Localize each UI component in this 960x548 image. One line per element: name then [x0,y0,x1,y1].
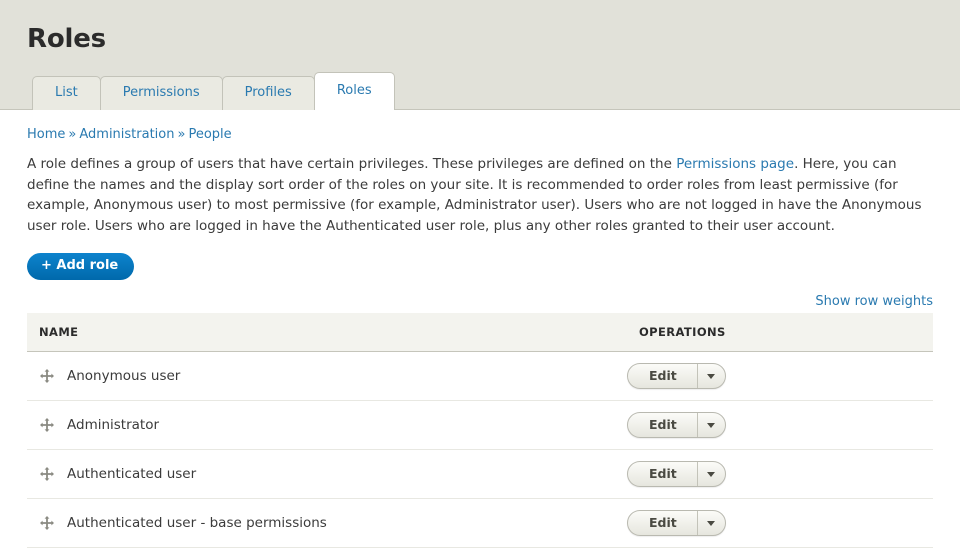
edit-split-button[interactable]: Edit [627,510,726,536]
edit-dropdown-toggle[interactable] [696,364,725,388]
main-content: Home» Administration» People A role define… [0,110,960,548]
role-name-cell: Anonymous user [27,351,627,401]
role-name-cell: Authenticated user - base permissions [27,498,627,548]
role-name-label: Authenticated user [67,466,197,482]
intro-text-part1: A role defines a group of users that hav… [27,156,677,172]
drag-handle-icon[interactable] [39,466,55,482]
roles-table-head: NAME OPERATIONS [27,313,933,352]
page-title: Roles [27,24,106,54]
drag-handle-icon[interactable] [39,417,55,433]
edit-dropdown-toggle[interactable] [696,413,725,437]
breadcrumb-item-home[interactable]: Home [27,127,65,142]
chevron-down-icon [707,422,716,428]
chevron-down-icon [707,520,716,526]
edit-dropdown-toggle[interactable] [696,462,725,486]
role-name-cell: Administrator [27,400,627,450]
chevron-down-icon [707,373,716,379]
role-name-label: Administrator [67,417,160,433]
tab-roles-label: Roles [336,83,372,98]
tab-profiles[interactable]: Profiles [221,76,315,110]
breadcrumb-item-people[interactable]: People [188,127,231,142]
role-operations-cell: Edit [627,449,933,499]
add-role-button[interactable]: + Add role [27,253,135,280]
edit-dropdown-toggle[interactable] [696,511,725,535]
permissions-page-link[interactable]: Permissions page [676,156,794,172]
edit-split-button[interactable]: Edit [627,412,726,438]
table-row: Authenticated user Edit [27,449,933,499]
table-row: Authenticated user - base permissions Ed… [27,498,933,548]
role-name-label: Anonymous user [67,368,181,384]
table-row: Administrator Edit [27,400,933,450]
breadcrumb: Home» Administration» People [27,110,933,144]
tab-list-label: List [55,85,78,100]
table-row: Anonymous user Edit [27,351,933,401]
role-operations-cell: Edit [627,498,933,548]
intro-description: A role defines a group of users that hav… [27,154,933,236]
column-header-name: NAME [27,313,627,352]
column-header-operations: OPERATIONS [627,313,933,352]
show-row-weights-link[interactable]: Show row weights [815,294,933,309]
tab-roles[interactable]: Roles [313,72,395,110]
action-bar: + Add role [27,253,933,280]
drag-handle-icon[interactable] [39,368,55,384]
edit-split-button[interactable]: Edit [627,363,726,389]
primary-tabs: List Permissions Profiles Roles [32,72,395,110]
roles-table: NAME OPERATIONS Anonymous user Edit Admi… [27,313,933,548]
edit-split-button[interactable]: Edit [627,461,726,487]
tab-permissions-label: Permissions [122,85,200,100]
role-name-cell: Authenticated user [27,449,627,499]
role-operations-cell: Edit [627,351,933,401]
edit-button[interactable]: Edit [628,462,697,486]
row-weights-bar: Show row weights [27,294,933,309]
tab-profiles-label: Profiles [244,85,292,100]
tab-permissions[interactable]: Permissions [99,76,223,110]
table-header-row: NAME OPERATIONS [27,313,933,352]
edit-button[interactable]: Edit [628,511,697,535]
role-operations-cell: Edit [627,400,933,450]
breadcrumb-separator: » [68,127,77,142]
roles-table-body: Anonymous user Edit Administrator Edit A… [27,351,933,548]
edit-button[interactable]: Edit [628,364,697,388]
breadcrumb-separator: » [177,127,186,142]
edit-button[interactable]: Edit [628,413,697,437]
page-header-band: Roles List Permissions Profiles Roles [0,0,960,110]
chevron-down-icon [707,471,716,477]
tab-list[interactable]: List [32,76,101,110]
breadcrumb-item-administration[interactable]: Administration [79,127,174,142]
